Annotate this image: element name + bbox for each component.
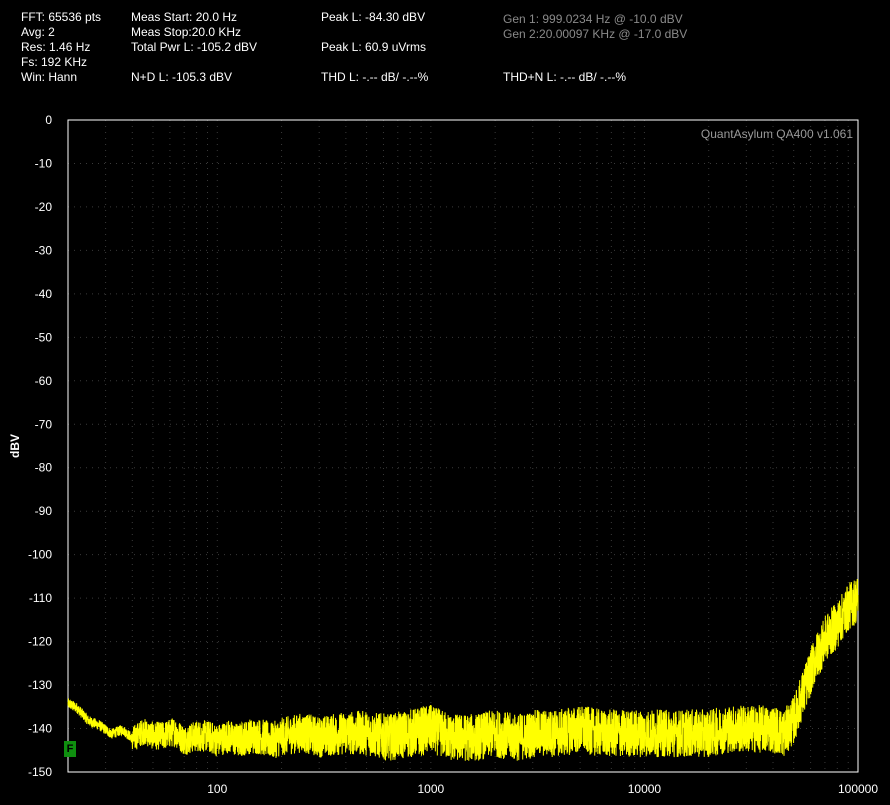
y-tick-label: -90 [35,504,53,518]
grid-layer [67,119,858,773]
y-tick-label: -20 [35,200,53,214]
trace-layer [67,578,859,761]
x-tick-labels: 100 1000 10000 100000 [207,782,878,796]
y-tick-label: -60 [35,374,53,388]
x-tick-label: 1000 [418,782,445,796]
x-tick-label: 10000 [628,782,662,796]
y-axis-label: dBV [8,434,22,458]
y-tick-label: -70 [35,417,53,431]
watermark: QuantAsylum QA400 v1.061 [701,127,853,141]
y-tick-labels: 0 -10 -20 -30 -40 -50 -60 -70 -80 -90 -100 -110 -120… [28,113,52,779]
spectrum-trace [67,578,859,761]
x-tick-label: 100000 [838,782,878,796]
plot-frame [67,119,859,773]
y-tick-label: -50 [35,330,53,344]
y-tick-label: -130 [28,678,52,692]
y-tick-label: -40 [35,287,53,301]
y-tick-label: -150 [28,765,52,779]
y-tick-label: -30 [35,243,53,257]
y-tick-label: 0 [45,113,52,127]
y-tick-label: -110 [29,591,52,605]
y-tick-label: -80 [35,461,53,475]
spectrum-chart: 0 -10 -20 -30 -40 -50 -60 -70 -80 -90 -100 -110 -120… [8,113,878,796]
x-tick-label: 100 [207,782,227,796]
y-tick-label: -140 [28,722,52,736]
y-tick-label: -120 [28,635,52,649]
y-tick-label: -100 [28,548,52,562]
marker-flag[interactable]: F [64,741,76,757]
y-tick-label: -10 [35,156,53,170]
